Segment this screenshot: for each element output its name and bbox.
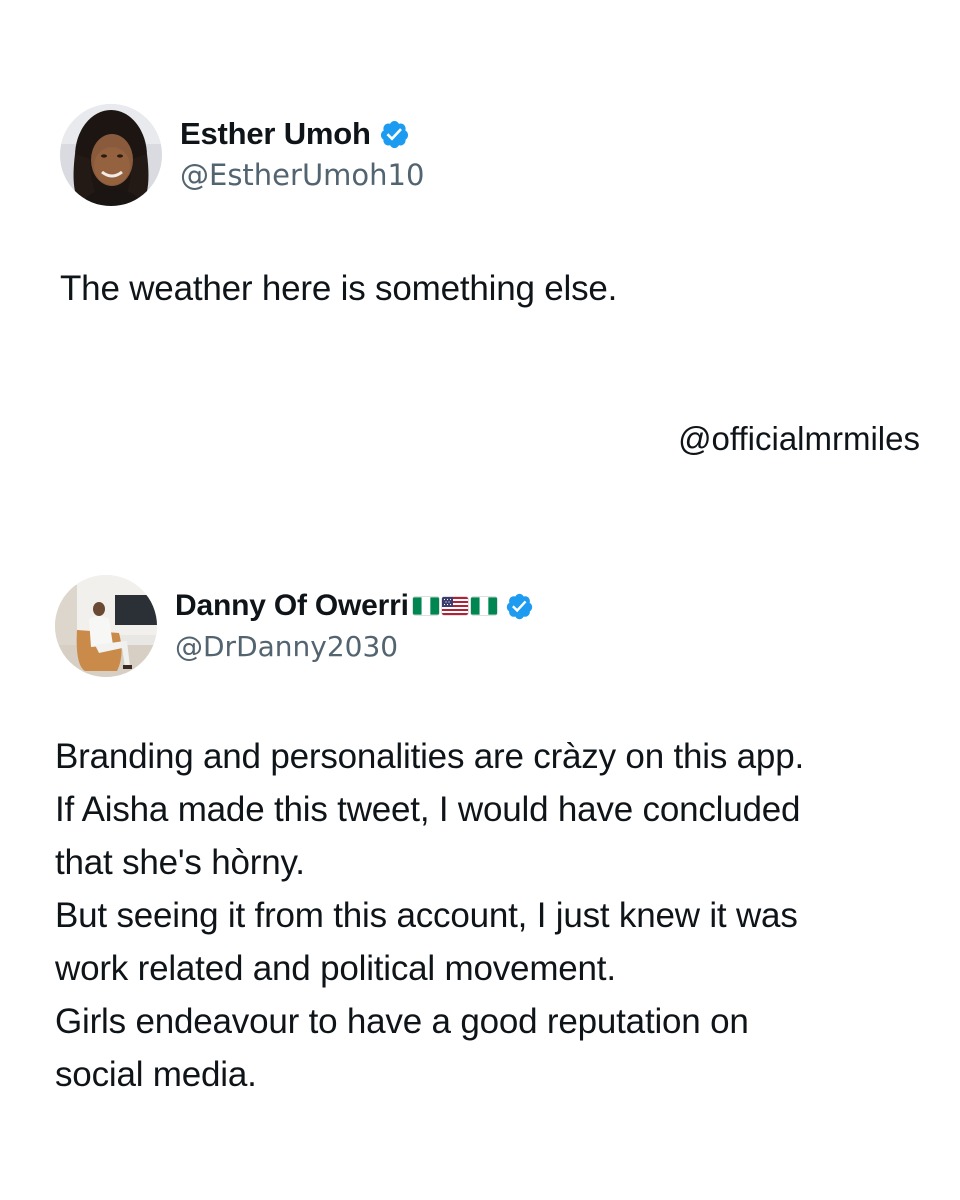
- tweet-text-line: The weather here is something else.: [60, 269, 618, 308]
- author-display-name[interactable]: Danny Of Owerri: [175, 589, 409, 623]
- tweet-text-line: work related and political movement.: [55, 949, 616, 988]
- author-handle[interactable]: @EstherUmoh10: [180, 158, 424, 192]
- verified-badge-icon: [505, 592, 534, 621]
- nigeria-flag-icon: [470, 597, 497, 615]
- author-handle[interactable]: @DrDanny2030: [175, 630, 398, 663]
- avatar[interactable]: [55, 575, 157, 677]
- watermark-handle: @officialmrmiles: [678, 420, 920, 457]
- verified-badge-icon: [379, 119, 410, 150]
- tweet-text-line: If Aisha made this tweet, I would have c…: [55, 790, 801, 829]
- tweet-text-line: social media.: [55, 1055, 257, 1094]
- avatar[interactable]: [60, 104, 162, 206]
- nigeria-flag-icon: [412, 597, 439, 615]
- tweet-text-line: Branding and personalities are cràzy on …: [55, 737, 804, 776]
- usa-flag-icon: [441, 597, 468, 615]
- name-flags: [412, 597, 497, 615]
- author-name-row: Danny Of Owerri: [175, 586, 534, 626]
- author-name-row: Esther Umoh: [180, 114, 410, 154]
- profile-photo-man-seated: [55, 575, 157, 677]
- tweet-text-line: that she's hòrny.: [55, 843, 305, 882]
- author-display-name[interactable]: Esther Umoh: [180, 116, 371, 152]
- tweet-text-line: But seeing it from this account, I just …: [55, 896, 798, 935]
- tweet-text-line: Girls endeavour to have a good reputatio…: [55, 1002, 749, 1041]
- tweet-body: Branding and personalities are cràzy on …: [55, 730, 804, 1101]
- profile-photo-woman-braids: [60, 104, 162, 206]
- tweet-body: The weather here is something else.: [60, 262, 617, 315]
